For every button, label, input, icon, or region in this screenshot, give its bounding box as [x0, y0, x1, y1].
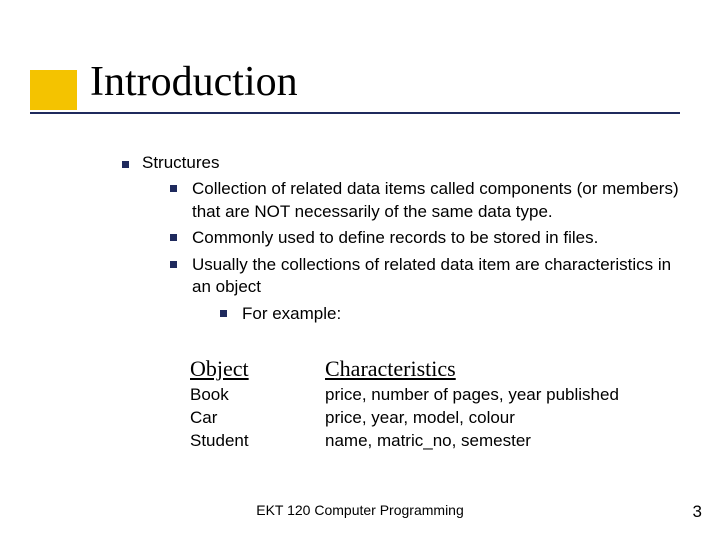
table-row: Student name, matric_no, semester [190, 430, 705, 453]
cell-object: Car [190, 407, 325, 430]
table-header-row: Object Characteristics [190, 354, 705, 384]
list-subitem-text: For example: [242, 304, 341, 323]
level1-heading: Structures [142, 152, 680, 174]
slide: Introduction Structures Collection of re… [0, 0, 720, 540]
square-bullet-icon [170, 261, 177, 268]
square-bullet-icon [220, 310, 227, 317]
header-object: Object [190, 354, 325, 384]
list-item-text: Usually the collections of related data … [192, 255, 671, 296]
list-subitem: For example: [220, 303, 680, 325]
title-block: Introduction [90, 58, 298, 106]
level2-list: Collection of related data items called … [170, 178, 680, 325]
footer-text: EKT 120 Computer Programming [0, 502, 720, 518]
list-item-text: Commonly used to define records to be st… [192, 228, 598, 247]
content-block: Structures Collection of related data it… [120, 152, 680, 325]
example-table: Object Characteristics Book price, numbe… [190, 354, 705, 453]
title-underline [30, 112, 680, 114]
page-number: 3 [693, 502, 702, 522]
square-bullet-icon [170, 185, 177, 192]
square-bullet-icon [170, 234, 177, 241]
header-characteristics: Characteristics [325, 354, 705, 384]
list-item: Commonly used to define records to be st… [170, 227, 680, 249]
table-row: Car price, year, model, colour [190, 407, 705, 430]
cell-characteristics: price, number of pages, year published [325, 384, 705, 407]
accent-box [30, 70, 77, 110]
cell-characteristics: price, year, model, colour [325, 407, 705, 430]
cell-object: Student [190, 430, 325, 453]
cell-object: Book [190, 384, 325, 407]
cell-characteristics: name, matric_no, semester [325, 430, 705, 453]
page-title: Introduction [90, 58, 298, 106]
list-item-text: Collection of related data items called … [192, 179, 679, 220]
list-item: Collection of related data items called … [170, 178, 680, 223]
list-item: Usually the collections of related data … [170, 254, 680, 325]
table-row: Book price, number of pages, year publis… [190, 384, 705, 407]
